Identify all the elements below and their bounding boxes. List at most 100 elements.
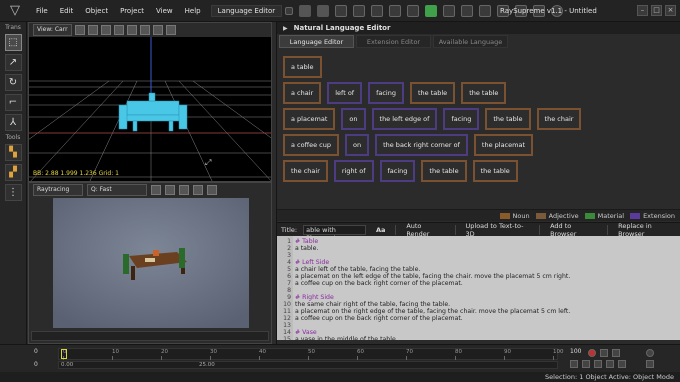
record-icon[interactable]	[588, 349, 596, 357]
last-frame-icon[interactable]	[618, 360, 626, 368]
code-text: a vase in the middle of the table.	[295, 336, 398, 340]
token-ext[interactable]: on	[344, 134, 370, 156]
tab-extension-editor[interactable]: Extension Editor	[356, 35, 431, 48]
token-ext[interactable]: the left edge of	[371, 108, 438, 130]
mode-dropdown[interactable]: Language Editor	[210, 4, 283, 17]
new-file-icon[interactable]	[335, 4, 348, 17]
token-noun[interactable]: the chair	[536, 108, 582, 130]
legend-noun: Noun	[499, 212, 530, 220]
lights-icon[interactable]	[126, 25, 137, 35]
save-render-icon[interactable]	[179, 185, 189, 195]
settings-icon[interactable]	[207, 185, 217, 195]
back-arrow-icon[interactable]	[299, 4, 312, 17]
play-icon[interactable]	[594, 360, 602, 368]
token-ext[interactable]: facing	[379, 160, 416, 182]
token-ext[interactable]: on	[341, 108, 366, 130]
timeline: 0 0 0 10 20 30 40 50 60 70 80 90 100 0.00 25.00 10…	[0, 344, 680, 372]
scene-grid[interactable]: ⤢	[29, 37, 272, 182]
redo-icon[interactable]	[407, 4, 420, 17]
timeline-ruler[interactable]: 0 10 20 30 40 50 60 70 80 90 100	[58, 348, 564, 360]
axis-icon[interactable]: ⌐	[4, 94, 22, 111]
token-noun[interactable]: a placemat	[283, 108, 336, 130]
menu-edit[interactable]: Edit	[54, 0, 80, 22]
grid-icon[interactable]	[479, 4, 492, 17]
zoom-icon[interactable]	[193, 185, 203, 195]
maximize-view-icon[interactable]	[165, 25, 176, 35]
open-icon[interactable]	[353, 4, 366, 17]
snap-icon[interactable]: ▞	[4, 164, 22, 181]
stop-icon[interactable]	[165, 185, 175, 195]
viewport-3d[interactable]: View: Carr ⤢ BB: 2.88 1.999 1.236 Grid: …	[28, 22, 272, 182]
menu-file[interactable]: File	[30, 0, 54, 22]
timeline-range[interactable]: 0.00 25.00	[58, 361, 558, 369]
dropdown-arrow-icon[interactable]	[285, 6, 294, 15]
quality-select[interactable]: Q: Fast	[87, 184, 147, 196]
close-button[interactable]: ×	[665, 5, 676, 16]
frame-bottom: 0	[34, 361, 38, 368]
forward-arrow-icon[interactable]	[317, 4, 330, 17]
timeline-tick-label: 30	[210, 349, 217, 355]
volume-icon[interactable]	[646, 360, 654, 368]
collapse-triangle-icon[interactable]: ▶	[283, 25, 288, 32]
token-noun[interactable]: the placemat	[473, 134, 533, 156]
timeline-tick	[210, 356, 211, 360]
token-ext[interactable]: the back right corner of	[375, 134, 468, 156]
token-noun[interactable]: a coffee cup	[283, 134, 339, 156]
undo-icon[interactable]	[389, 4, 402, 17]
speed-icon[interactable]	[646, 349, 654, 357]
token-noun[interactable]: a chair	[283, 82, 322, 104]
rotate-icon[interactable]: ↻	[4, 74, 22, 91]
minimize-button[interactable]: –	[637, 5, 648, 16]
token-noun[interactable]: the table	[461, 82, 507, 104]
wireframe-icon[interactable]	[100, 25, 111, 35]
menu-object[interactable]: Object	[79, 0, 114, 22]
view-mode-icon[interactable]	[74, 25, 85, 35]
prev-frame-icon[interactable]	[582, 360, 590, 368]
code-editor[interactable]: 1 # Table 2 a table. 3 4 # Left Side 5 a chair l…	[277, 236, 680, 340]
render-icon[interactable]	[151, 185, 161, 195]
token-ext[interactable]: right of	[333, 160, 374, 182]
menu-project[interactable]: Project	[114, 0, 150, 22]
align-icon[interactable]: ⋮	[4, 184, 22, 201]
layout-icon[interactable]	[461, 4, 474, 17]
pivot-icon[interactable]: ⅄	[4, 114, 22, 131]
green-render-icon[interactable]	[425, 4, 438, 17]
scale-icon[interactable]: ↗	[4, 54, 22, 71]
code-line: 15 a vase in the middle of the table.	[279, 336, 398, 340]
token-noun[interactable]: the table	[421, 160, 467, 182]
menu-help[interactable]: Help	[179, 0, 207, 22]
token-noun[interactable]: a table	[283, 56, 322, 78]
first-frame-icon[interactable]	[570, 360, 578, 368]
tab-available-language[interactable]: Available Language	[433, 35, 508, 48]
save-icon[interactable]	[371, 4, 384, 17]
editor-tabs: Language Editor Extension Editor Availab…	[277, 35, 680, 48]
token-ext[interactable]: facing	[368, 82, 404, 104]
token-noun[interactable]: the chair	[283, 160, 328, 182]
next-frame-icon[interactable]	[606, 360, 614, 368]
range-end: 25.00	[199, 362, 215, 368]
timeline-tick-label: 90	[504, 349, 511, 355]
token-noun[interactable]: the table	[472, 160, 518, 182]
token-noun[interactable]: the table	[409, 82, 456, 104]
cube-icon[interactable]	[87, 25, 98, 35]
grid-toggle-icon[interactable]	[152, 25, 163, 35]
key-icon[interactable]	[600, 349, 608, 357]
loop-icon[interactable]	[612, 349, 620, 357]
shaded-icon[interactable]	[113, 25, 124, 35]
font-icon[interactable]: Aa	[372, 226, 389, 234]
tab-language-editor[interactable]: Language Editor	[279, 35, 354, 48]
token-noun[interactable]: the table	[485, 108, 531, 130]
render-panel: Raytracing Q: Fast	[28, 182, 272, 344]
menu-view[interactable]: View	[150, 0, 179, 22]
playhead[interactable]	[61, 349, 67, 359]
camera-icon[interactable]	[139, 25, 150, 35]
maximize-button[interactable]: □	[651, 5, 662, 16]
box-icon[interactable]	[443, 4, 456, 17]
title-input[interactable]: able with Placemats	[303, 224, 366, 242]
token-ext[interactable]: facing	[443, 108, 480, 130]
view-select[interactable]: View: Carr	[33, 24, 72, 36]
select-move-icon[interactable]: ⬚	[4, 34, 22, 51]
token-ext[interactable]: left of	[327, 82, 363, 104]
brush-icon[interactable]: ▚	[4, 144, 22, 161]
render-mode-select[interactable]: Raytracing	[33, 184, 83, 196]
